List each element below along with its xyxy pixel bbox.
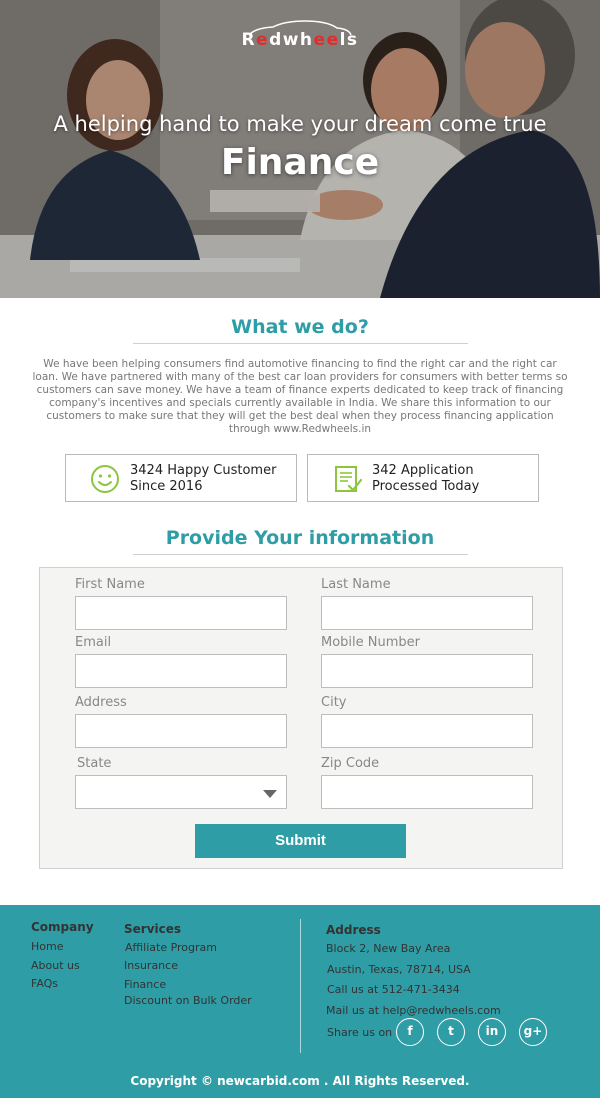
smiley-icon (91, 465, 119, 493)
email-input[interactable] (75, 654, 287, 688)
footer-address-title: Address (326, 923, 381, 937)
stat-line2: Processed Today (372, 479, 480, 494)
brand-name: Redwheels (241, 30, 359, 50)
mobile-label: Mobile Number (321, 635, 420, 650)
facebook-icon[interactable]: f (396, 1018, 424, 1046)
footer-divider (300, 919, 301, 1053)
stat-line1: 342 Application (372, 463, 474, 478)
section-divider (133, 554, 468, 555)
phone-line[interactable]: Call us at 512-471-3434 (327, 983, 460, 996)
last-name-label: Last Name (321, 577, 391, 592)
first-name-input[interactable] (75, 596, 287, 630)
what-we-do-title: What we do? (231, 316, 369, 338)
brand-logo[interactable]: Redwheels (0, 20, 600, 50)
zip-input[interactable] (321, 775, 533, 809)
hero-title: Finance (220, 142, 380, 183)
first-name-label: First Name (75, 577, 145, 592)
googleplus-icon[interactable]: g+ (519, 1018, 547, 1046)
footer-company-title: Company (31, 920, 94, 934)
footer-link-affiliate[interactable]: Affiliate Program (125, 941, 217, 954)
footer-link-home[interactable]: Home (31, 940, 63, 953)
address-line: Block 2, New Bay Area (326, 942, 451, 955)
section-divider (133, 343, 468, 344)
footer-services-title: Services (124, 922, 182, 936)
zip-label: Zip Code (321, 756, 380, 771)
footer-link-faqs[interactable]: FAQs (31, 977, 58, 990)
form-title: Provide Your information (165, 527, 435, 549)
state-label: State (77, 756, 112, 771)
city-label: City (321, 695, 347, 710)
city-input[interactable] (321, 714, 533, 748)
last-name-input[interactable] (321, 596, 533, 630)
what-we-do-paragraph: We have been helping consumers find auto… (32, 358, 568, 435)
document-check-icon (335, 466, 362, 492)
email-line[interactable]: Mail us at help@redwheels.com (326, 1004, 501, 1017)
hero-tagline: A helping hand to make your dream come t… (53, 112, 547, 136)
footer-link-about[interactable]: About us (31, 959, 80, 972)
mobile-input[interactable] (321, 654, 533, 688)
footer-link-insurance[interactable]: Insurance (124, 959, 178, 972)
stat-line1: 3424 Happy Customer (130, 463, 277, 478)
submit-button[interactable]: Submit (195, 824, 406, 858)
email-label: Email (75, 635, 112, 650)
footer-link-finance[interactable]: Finance (124, 978, 166, 991)
stat-applications: 342 Application Processed Today (307, 454, 539, 502)
address-line: Austin, Texas, 78714, USA (327, 963, 471, 976)
address-label: Address (75, 695, 127, 710)
twitter-icon[interactable]: t (437, 1018, 465, 1046)
linkedin-icon[interactable]: in (478, 1018, 506, 1046)
footer-link-bulk[interactable]: Discount on Bulk Order (124, 994, 252, 1007)
chevron-down-icon (263, 790, 277, 798)
state-select[interactable] (75, 775, 287, 809)
copyright-text: Copyright © newcarbid.com . All Rights R… (130, 1074, 470, 1088)
address-input[interactable] (75, 714, 287, 748)
share-label: Share us on (327, 1026, 393, 1039)
stat-line2: Since 2016 (130, 479, 203, 494)
hero-banner: Redwheels A helping hand to make your dr… (0, 0, 600, 298)
stat-happy-customers: 3424 Happy Customer Since 2016 (65, 454, 297, 502)
